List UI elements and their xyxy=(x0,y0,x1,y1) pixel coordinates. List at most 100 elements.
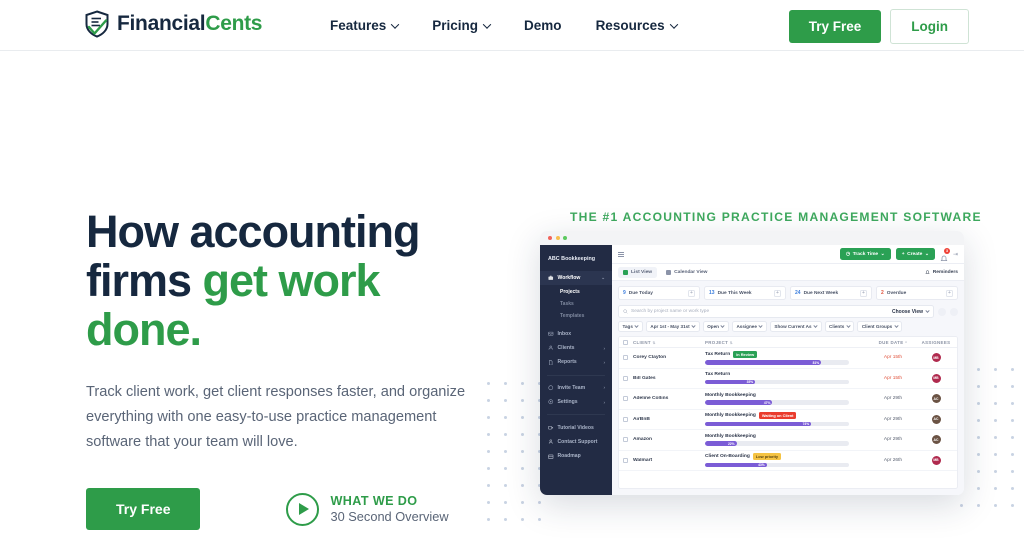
reminders-button[interactable]: Reminders xyxy=(925,270,958,275)
filter-chip-show-current-as[interactable]: Show Current As xyxy=(769,321,822,332)
cell-client: Adeline Collins xyxy=(633,396,669,402)
nav-item-features[interactable]: Features xyxy=(330,18,400,33)
try-free-button[interactable]: Try Free xyxy=(788,10,882,43)
sidebar-item-tutorial-videos[interactable]: Tutorial Videos xyxy=(540,420,612,434)
search-input[interactable]: Search by project name or work type Choo… xyxy=(618,305,934,318)
status-badge: Low priority xyxy=(752,453,782,461)
dot xyxy=(521,484,524,487)
avatar[interactable]: MB xyxy=(931,373,941,383)
plus-icon[interactable]: + xyxy=(774,289,781,297)
chevron-down-icon xyxy=(846,323,851,328)
project-name: Monthly Bookkeeping xyxy=(705,392,756,398)
filter-chip-tags[interactable]: Tags xyxy=(618,321,643,332)
row-checkbox[interactable] xyxy=(623,396,628,402)
logo[interactable]: FinancialCents xyxy=(84,10,262,38)
plus-icon[interactable]: + xyxy=(860,289,867,297)
filter-chip-clients[interactable]: Clients xyxy=(824,321,855,332)
bell-icon xyxy=(940,255,948,261)
dot xyxy=(994,368,997,371)
sidebar-item-reports[interactable]: Reports › xyxy=(540,355,612,369)
dot xyxy=(487,399,490,402)
sidebar-item-contact-support[interactable]: Contact Support xyxy=(540,435,612,449)
table-row[interactable]: Walmart Client On-Boarding Low priority 43%… xyxy=(619,451,957,471)
row-checkbox[interactable] xyxy=(623,437,628,443)
table-row[interactable]: Bill Gates Tax Return 35% Apr 15th MB xyxy=(619,369,957,389)
login-button[interactable]: Login xyxy=(890,9,969,44)
select-all-checkbox[interactable] xyxy=(623,339,628,345)
cell-assignees: MB xyxy=(919,373,953,383)
cloud-icon[interactable] xyxy=(950,307,958,316)
nav-item-demo[interactable]: Demo xyxy=(524,18,562,33)
progress-percent: 74% xyxy=(802,422,810,427)
video-overview-link[interactable]: WHAT WE DO 30 Second Overview xyxy=(286,492,449,526)
map-icon xyxy=(548,454,554,460)
sidebar-item-templates[interactable]: Templates xyxy=(540,310,612,322)
row-checkbox[interactable] xyxy=(623,375,628,381)
track-time-button[interactable]: ◷ Track Time ⌄ xyxy=(839,248,891,260)
cell-project: Tax Return 35% xyxy=(705,372,867,385)
choose-view-dropdown[interactable]: Choose View xyxy=(891,308,930,315)
gear-icon[interactable] xyxy=(938,307,946,316)
row-checkbox[interactable] xyxy=(623,457,628,463)
sidebar-item-tasks[interactable]: Tasks xyxy=(540,298,612,310)
plus-icon[interactable]: + xyxy=(688,289,695,297)
cell-project: Monthly Bookkeeping Waiting on Client 74% xyxy=(705,412,867,427)
status-card-due-this-week[interactable]: 13 Due This Week + xyxy=(704,286,786,300)
dot xyxy=(1011,453,1014,456)
logout-icon[interactable]: ⇥ xyxy=(953,251,958,258)
logo-text: FinancialCents xyxy=(117,12,262,36)
search-icon xyxy=(623,309,628,314)
status-card-overdue[interactable]: 2 Overdue + xyxy=(876,286,958,300)
row-checkbox[interactable] xyxy=(623,416,628,422)
create-button[interactable]: + Create ⌄ xyxy=(895,248,935,260)
notifications-button[interactable]: 3 xyxy=(940,247,950,261)
tab-calendar-view[interactable]: Calendar View xyxy=(661,267,712,278)
sidebar-item-inbox[interactable]: Inbox xyxy=(540,327,612,341)
sidebar-item-settings[interactable]: Settings › xyxy=(540,395,612,409)
cell-assignees: AC xyxy=(919,414,953,424)
column-header-due-date[interactable]: DUE DATE ^ xyxy=(867,340,919,345)
avatar[interactable]: AC xyxy=(931,414,941,424)
filter-chip-apr-1st-may-31st[interactable]: Apr 1st - May 31st xyxy=(645,321,700,332)
dot xyxy=(538,518,541,521)
choose-view-label: Choose View xyxy=(891,308,923,315)
table-row[interactable]: Corey Clayton Tax Return In Review 81% Apr 1… xyxy=(619,348,957,369)
dot xyxy=(487,433,490,436)
sidebar-item-workflow[interactable]: Workflow ⌄ xyxy=(540,271,612,286)
filter-chip-open[interactable]: Open xyxy=(702,321,729,332)
avatar[interactable]: AC xyxy=(931,435,941,445)
table-row[interactable]: Amazon Monthly Bookkeeping 22% Apr 29th AC xyxy=(619,430,957,451)
hero-try-free-button[interactable]: Try Free xyxy=(86,488,201,531)
filter-chip-client-groups[interactable]: Client Groups xyxy=(857,321,903,332)
table-row[interactable]: AirBnB Monthly Bookkeeping Waiting on Clie… xyxy=(619,410,957,430)
status-card-due-next-week[interactable]: 24 Due Next Week + xyxy=(790,286,872,300)
gear-icon xyxy=(548,399,554,405)
dot xyxy=(487,467,490,470)
progress-fill: 35% xyxy=(705,379,756,385)
dot xyxy=(487,518,490,521)
column-header-project[interactable]: PROJECT ⇅ xyxy=(705,340,867,345)
plus-icon[interactable]: + xyxy=(946,289,953,297)
dot xyxy=(977,385,980,388)
sidebar-item-clients[interactable]: Clients › xyxy=(540,341,612,355)
nav-item-pricing[interactable]: Pricing xyxy=(432,18,492,33)
avatar[interactable]: MB xyxy=(931,455,941,465)
row-checkbox[interactable] xyxy=(623,355,628,361)
avatar[interactable]: AC xyxy=(931,394,941,404)
logo-text-secondary: Cents xyxy=(205,12,263,35)
dot xyxy=(487,484,490,487)
filter-chip-assignee[interactable]: Assignee xyxy=(731,321,767,332)
sidebar-item-roadmap[interactable]: Roadmap xyxy=(540,449,612,463)
nav-item-resources[interactable]: Resources xyxy=(596,18,678,33)
sidebar-item-invite-team[interactable]: Invite Team › xyxy=(540,381,612,395)
chevron-down-icon: ⌄ xyxy=(880,252,885,257)
status-card-due-today[interactable]: 9 Due Today + xyxy=(618,286,700,300)
person-icon xyxy=(548,439,554,445)
column-header-client[interactable]: CLIENT ⇅ xyxy=(633,340,705,345)
hamburger-icon[interactable] xyxy=(618,251,624,257)
sidebar-item-projects[interactable]: Projects xyxy=(540,285,612,297)
avatar[interactable]: MB xyxy=(931,353,941,363)
chevron-down-icon: ⌄ xyxy=(601,275,605,281)
tab-list-view[interactable]: List View xyxy=(618,266,658,278)
table-row[interactable]: Adeline Collins Monthly Bookkeeping 47% Apr… xyxy=(619,389,957,410)
